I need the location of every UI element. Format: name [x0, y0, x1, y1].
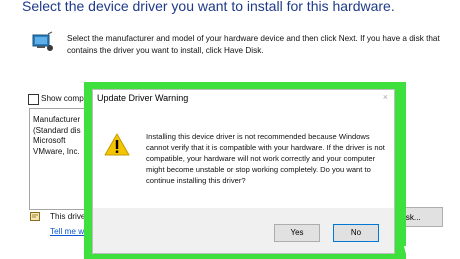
list-item[interactable]: Microsoft [30, 136, 90, 147]
watermark-wiki: wiki [403, 241, 429, 256]
driver-signed-text: This drive [50, 212, 86, 221]
dialog-button-bar: Yes No [93, 208, 394, 253]
wikihow-watermark: wikiHow [404, 241, 456, 256]
warning-icon [104, 133, 130, 156]
certificate-icon [30, 212, 40, 221]
list-item: Manufacturer [33, 115, 81, 124]
instructions-text: Select the manufacturer and model of you… [67, 34, 440, 55]
watermark-how: How [428, 241, 456, 256]
list-item[interactable]: VMware, Inc. [30, 147, 90, 158]
update-driver-warning-dialog: Update Driver Warning × Installing this … [92, 89, 395, 254]
dialog-message: Installing this device driver is not rec… [146, 132, 385, 186]
list-item[interactable]: (Standard dis [30, 126, 90, 137]
close-icon[interactable]: × [383, 92, 388, 102]
page-heading: Select the device driver you want to ins… [22, 0, 395, 14]
tell-me-link[interactable]: Tell me wh [50, 227, 89, 236]
dialog-title: Update Driver Warning [97, 93, 189, 103]
hardware-icon [32, 31, 53, 51]
manufacturer-list[interactable]: Manufacturer (Standard dis Microsoft VMw… [29, 108, 90, 210]
show-compatible-checkbox[interactable] [28, 94, 39, 105]
show-compatible-label: Show comp [41, 94, 84, 103]
yes-button[interactable]: Yes [274, 224, 320, 242]
no-button[interactable]: No [333, 224, 379, 242]
